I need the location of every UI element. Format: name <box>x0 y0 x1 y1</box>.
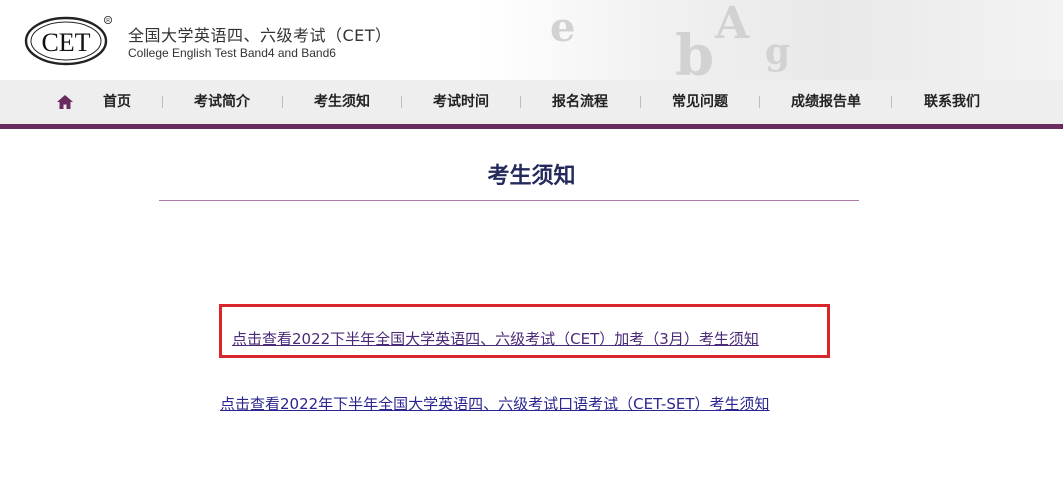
nav-accent-bar <box>0 124 1063 129</box>
nav-item-exam-schedule[interactable]: 考试时间 <box>433 80 489 124</box>
header-decoration: A b g e <box>480 0 1063 80</box>
nav-item-score-report[interactable]: 成绩报告单 <box>791 80 861 124</box>
notice-link-cet-makeup-exam[interactable]: 点击查看2022下半年全国大学英语四、六级考试（CET）加考（3月）考生须知 <box>232 328 759 349</box>
site-header: A b g e CET R 全国大学英语四、六级考试（CET） College … <box>0 0 1063 80</box>
nav-item-home[interactable]: 首页 <box>103 80 131 124</box>
svg-text:R: R <box>106 18 110 24</box>
home-icon[interactable] <box>56 94 74 110</box>
nav-divider <box>162 96 163 108</box>
nav-item-registration[interactable]: 报名流程 <box>552 80 608 124</box>
decorative-letter-b-icon: b <box>675 23 715 80</box>
page-title: 考生须知 <box>487 164 576 189</box>
title-divider <box>159 200 859 201</box>
decorative-letter-g-icon: g <box>765 31 791 73</box>
nav-divider <box>640 96 641 108</box>
site-title-en: College English Test Band4 and Band6 <box>128 46 336 60</box>
nav-item-candidate-notice[interactable]: 考生须知 <box>314 80 370 124</box>
cet-logo-icon: CET R <box>24 16 113 66</box>
logo-text: CET <box>41 28 90 57</box>
decorative-letter-a-icon: A <box>715 0 750 49</box>
notice-link-cet-set-oral-exam[interactable]: 点击查看2022年下半年全国大学英语四、六级考试口语考试（CET-SET）考生须… <box>220 393 770 414</box>
decorative-letter-e-icon: e <box>550 4 576 51</box>
nav-item-contact[interactable]: 联系我们 <box>924 80 980 124</box>
nav-item-about[interactable]: 考试简介 <box>194 80 250 124</box>
cet-logo[interactable]: CET R <box>24 14 113 66</box>
nav-divider <box>759 96 760 108</box>
nav-divider <box>401 96 402 108</box>
nav-item-faq[interactable]: 常见问题 <box>672 80 728 124</box>
nav-divider <box>891 96 892 108</box>
main-navigation: 首页 考试简介 考生须知 考试时间 报名流程 常见问题 成绩报告单 联系我们 <box>0 80 1063 124</box>
nav-divider <box>520 96 521 108</box>
nav-divider <box>282 96 283 108</box>
site-title-cn: 全国大学英语四、六级考试（CET） <box>128 26 392 45</box>
